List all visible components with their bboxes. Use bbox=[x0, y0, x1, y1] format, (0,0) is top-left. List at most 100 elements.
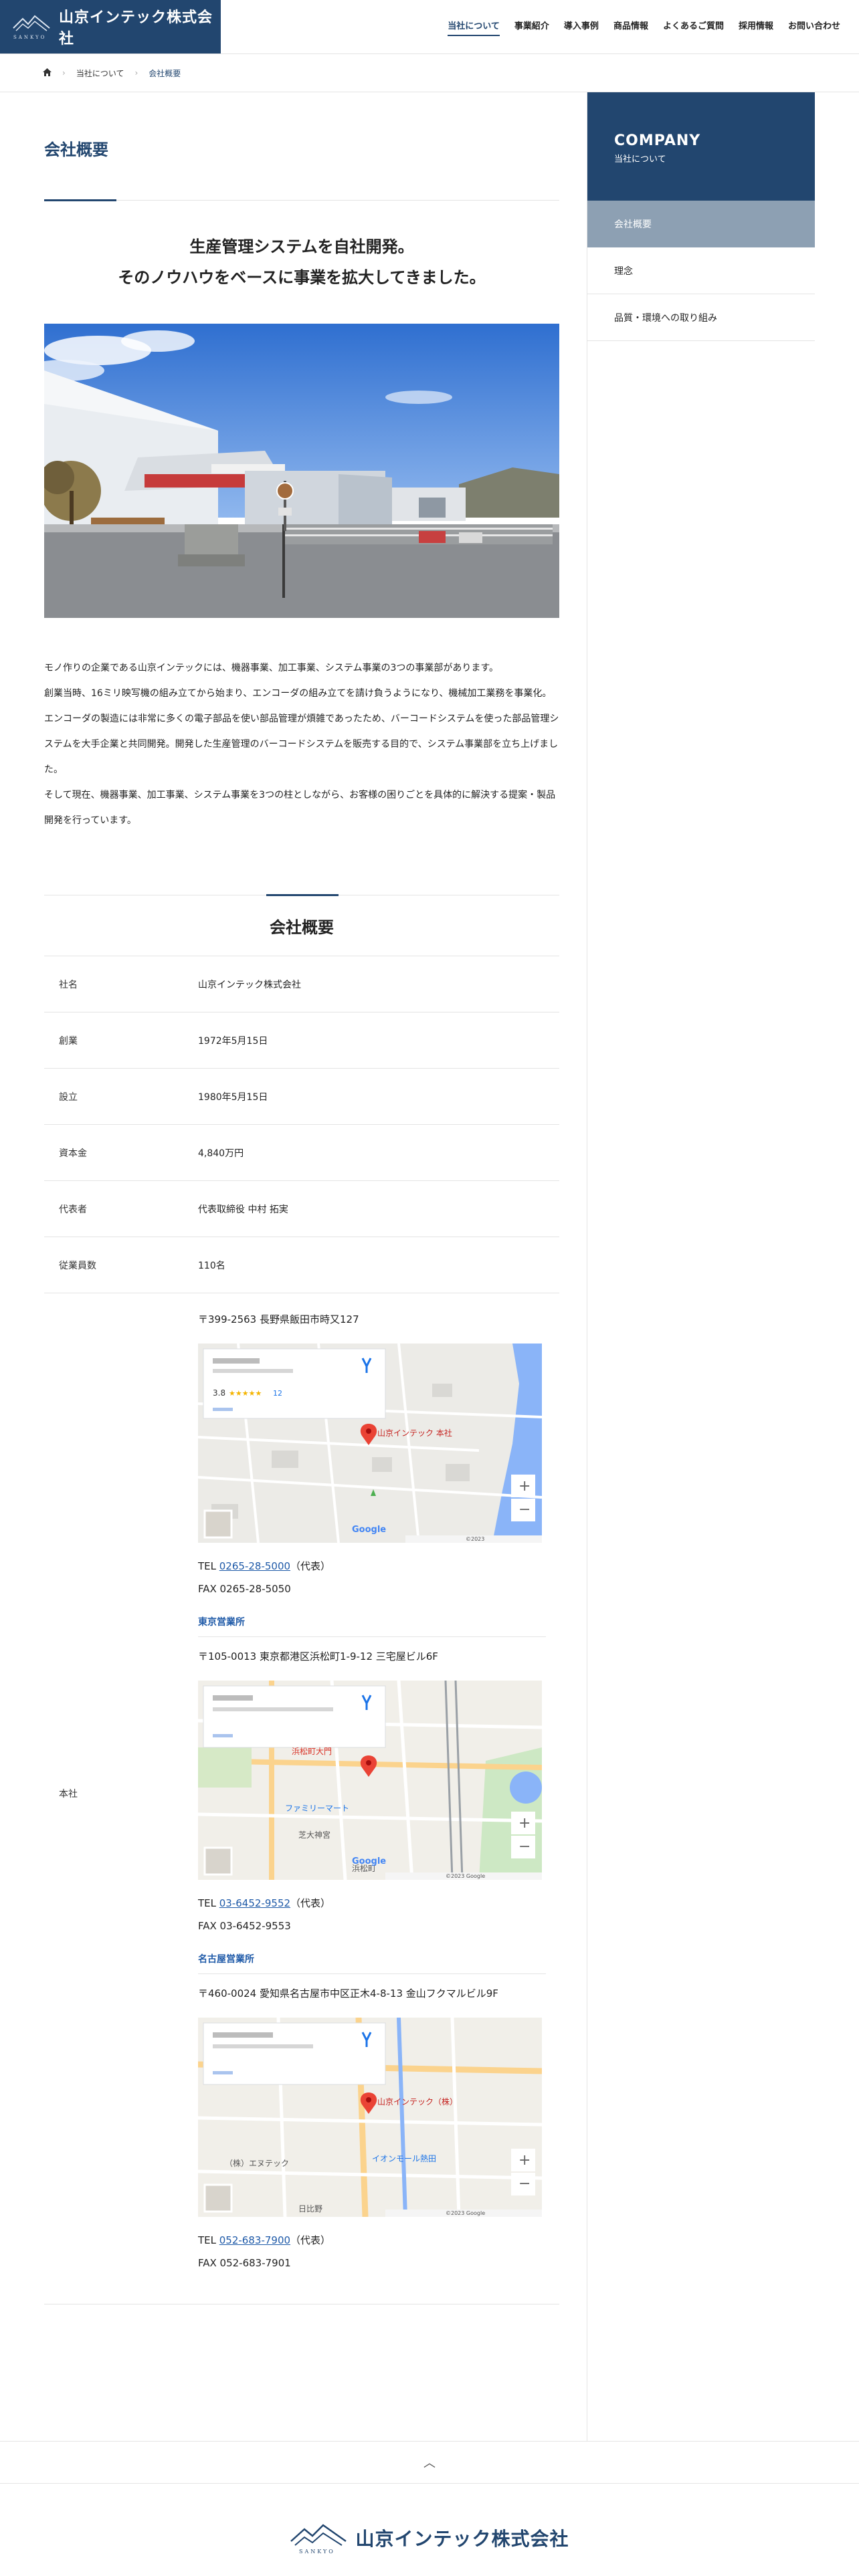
svg-text:−: − bbox=[518, 1838, 531, 1855]
section-bar bbox=[266, 894, 339, 896]
logo-mountain-icon: SANKYO bbox=[12, 13, 51, 40]
table-row: 資本金 4,840万円 bbox=[44, 1125, 559, 1181]
main-content: 会社概要 生産管理システムを自社開発。 そのノウハウをベースに事業を拡大してきま… bbox=[44, 92, 559, 2304]
intro-paragraph: 創業当時、16ミリ映写機の組み立てから始まり、エンコーダの組み立てを請け負うよう… bbox=[44, 688, 559, 775]
breadcrumb-current: 会社概要 bbox=[149, 68, 181, 78]
home-icon[interactable] bbox=[43, 68, 52, 78]
tokyo-branch-title: 東京営業所 bbox=[198, 1615, 546, 1637]
site-logo[interactable]: SANKYO 山京インテック株式会社 bbox=[0, 0, 221, 53]
intro-paragraph: そして現在、機器事業、加工事業、システム事業を3つの柱としながら、お客様の困りご… bbox=[44, 790, 556, 826]
sidebar-item-philosophy[interactable]: 理念 bbox=[587, 247, 815, 294]
tel-suffix: （代表） bbox=[290, 1897, 331, 1909]
sidebar: COMPANY 当社について 会社概要 理念 品質・環境への取り組み bbox=[587, 92, 815, 341]
lead-text: 生産管理システムを自社開発。 そのノウハウをベースに事業を拡大してきました。 bbox=[44, 231, 559, 293]
svg-text:+: + bbox=[518, 1815, 531, 1832]
logo-text: 山京インテック株式会社 bbox=[59, 9, 213, 47]
tel-suffix: （代表） bbox=[290, 2234, 331, 2246]
tel-prefix: TEL bbox=[198, 2234, 219, 2246]
hq-tel-link[interactable]: 0265-28-5000 bbox=[219, 1560, 290, 1572]
nav-recruit[interactable]: 採用情報 bbox=[739, 19, 773, 36]
nav-faq[interactable]: よくあるご質問 bbox=[663, 19, 724, 36]
sidebar-item-overview[interactable]: 会社概要 bbox=[587, 201, 815, 247]
nagoya-branch-title: 名古屋営業所 bbox=[198, 1952, 546, 1974]
table-row: 代表者 代表取締役 中村 拓実 bbox=[44, 1181, 559, 1237]
sidebar-title-jp: 当社について bbox=[614, 154, 666, 165]
svg-text:−: − bbox=[518, 1501, 531, 1518]
map-reviews: 12 bbox=[273, 1389, 282, 1398]
company-info-table: 社名 山京インテック株式会社 創業 1972年5月15日 設立 1980年5月1… bbox=[44, 956, 559, 2304]
tokyo-tel: TEL 03-6452-9552（代表） bbox=[198, 1892, 546, 1915]
tokyo-address: 〒105-0013 東京都港区浜松町1-9-12 三宅屋ビル6F bbox=[198, 1650, 438, 1662]
map-copyright: ©2023 Google bbox=[446, 2210, 485, 2216]
section-header: 会社概要 bbox=[44, 894, 559, 956]
map-poi: イオンモール熱田 bbox=[372, 2154, 436, 2163]
page-title: 会社概要 bbox=[44, 140, 108, 159]
nav-products[interactable]: 商品情報 bbox=[613, 19, 648, 36]
footer-logo[interactable]: SANKYO 山京インテック株式会社 bbox=[0, 2521, 859, 2555]
page-title-block: 会社概要 bbox=[44, 92, 559, 201]
map-poi: 日比野 bbox=[298, 2204, 322, 2214]
row-label: 社名 bbox=[59, 979, 78, 990]
map-poi: ファミリーマート bbox=[285, 1804, 349, 1813]
hq-tel: TEL 0265-28-5000（代表） bbox=[198, 1555, 546, 1578]
table-row: 設立 1980年5月15日 bbox=[44, 1069, 559, 1125]
row-value: 1972年5月15日 bbox=[198, 1035, 268, 1047]
tokyo-tel-link[interactable]: 03-6452-9552 bbox=[219, 1897, 290, 1909]
svg-text:Google: Google bbox=[352, 1856, 386, 1866]
breadcrumb: › 当社について › 会社概要 bbox=[0, 53, 859, 92]
lead-line-2: そのノウハウをベースに事業を拡大してきました。 bbox=[118, 268, 486, 287]
nav-business[interactable]: 事業紹介 bbox=[514, 19, 549, 36]
tokyo-fax: FAX 03-6452-9553 bbox=[198, 1920, 291, 1932]
map-copyright: ©2023 bbox=[466, 1536, 484, 1542]
chevron-up-icon: ︿ bbox=[423, 2456, 436, 2470]
nav-contact[interactable]: お問い合わせ bbox=[788, 19, 840, 36]
svg-text:+: + bbox=[518, 1478, 531, 1495]
nagoya-fax: FAX 052-683-7901 bbox=[198, 2257, 291, 2269]
tel-prefix: TEL bbox=[198, 1897, 219, 1909]
sidebar-header: COMPANY 当社について bbox=[587, 92, 815, 201]
company-building-photo bbox=[44, 324, 559, 618]
section-title: 会社概要 bbox=[270, 918, 334, 937]
row-label: 資本金 bbox=[59, 1148, 87, 1159]
global-nav: 当社について 事業紹介 導入事例 商品情報 よくあるご質問 採用情報 お問い合わ… bbox=[448, 19, 840, 36]
svg-text:−: − bbox=[518, 2175, 531, 2192]
row-label: 設立 bbox=[59, 1091, 78, 1103]
logo-sub: SANKYO bbox=[13, 35, 47, 40]
nav-about[interactable]: 当社について bbox=[448, 19, 500, 36]
tel-suffix: （代表） bbox=[290, 1560, 331, 1572]
map-place-label: 山京インテック（株） bbox=[377, 2097, 458, 2107]
svg-text:+: + bbox=[518, 2152, 531, 2169]
tokyo-map[interactable]: 浜松町大門 ファミリーマート 芝大神宮 浜松町 + − Google ©2023… bbox=[198, 1681, 542, 1880]
nagoya-address: 〒460-0024 愛知県名古屋市中区正木4-8-13 金山フクマルビル9F bbox=[198, 1988, 498, 2000]
hq-map[interactable]: 3.8 ★★★★★ 12 山京インテック 本社 + − Google ©2023 bbox=[198, 1344, 542, 1543]
row-label: 代表者 bbox=[59, 1204, 87, 1215]
breadcrumb-about[interactable]: 当社について bbox=[76, 68, 124, 79]
table-row: 従業員数 110名 bbox=[44, 1237, 559, 1293]
table-row: 社名 山京インテック株式会社 bbox=[44, 956, 559, 1012]
lead-line-1: 生産管理システムを自社開発。 bbox=[189, 237, 414, 256]
chevron-right-icon: › bbox=[134, 68, 138, 78]
row-label: 本社 bbox=[59, 1788, 78, 1800]
row-label: 従業員数 bbox=[59, 1260, 96, 1271]
nagoya-tel: TEL 052-683-7900（代表） bbox=[198, 2229, 546, 2252]
row-value: 1980年5月15日 bbox=[198, 1091, 268, 1103]
title-underline bbox=[44, 199, 116, 201]
row-value: 110名 bbox=[198, 1260, 225, 1271]
map-poi: 浜松町大門 bbox=[292, 1747, 332, 1756]
row-value: 代表取締役 中村 拓実 bbox=[198, 1204, 288, 1215]
map-place-label: 山京インテック 本社 bbox=[377, 1428, 452, 1438]
nagoya-tel-link[interactable]: 052-683-7900 bbox=[219, 2234, 290, 2246]
table-row-headquarters: 本社 〒399-2563 長野県飯田市時又127 3.8 ★★★★★ 12 山京… bbox=[44, 1293, 559, 2304]
table-row: 創業 1972年5月15日 bbox=[44, 1012, 559, 1069]
tel-prefix: TEL bbox=[198, 1560, 219, 1572]
svg-text:Google: Google bbox=[352, 1525, 386, 1535]
row-value: 4,840万円 bbox=[198, 1148, 244, 1159]
nagoya-map[interactable]: 山京インテック（株） イオンモール熱田 （株）エヌテック 日比野 + − ©20… bbox=[198, 2018, 542, 2217]
sidebar-title-en: COMPANY bbox=[614, 132, 701, 149]
nav-cases[interactable]: 導入事例 bbox=[564, 19, 599, 36]
chevron-right-icon: › bbox=[62, 68, 66, 78]
page-top-button[interactable]: ︿ bbox=[0, 2441, 859, 2484]
intro-text: モノ作りの企業である山京インテックには、機器事業、加工事業、システム事業の3つの… bbox=[44, 655, 559, 833]
logo-mountain-icon: SANKYO bbox=[290, 2521, 347, 2555]
sidebar-item-quality[interactable]: 品質・環境への取り組み bbox=[587, 294, 815, 341]
